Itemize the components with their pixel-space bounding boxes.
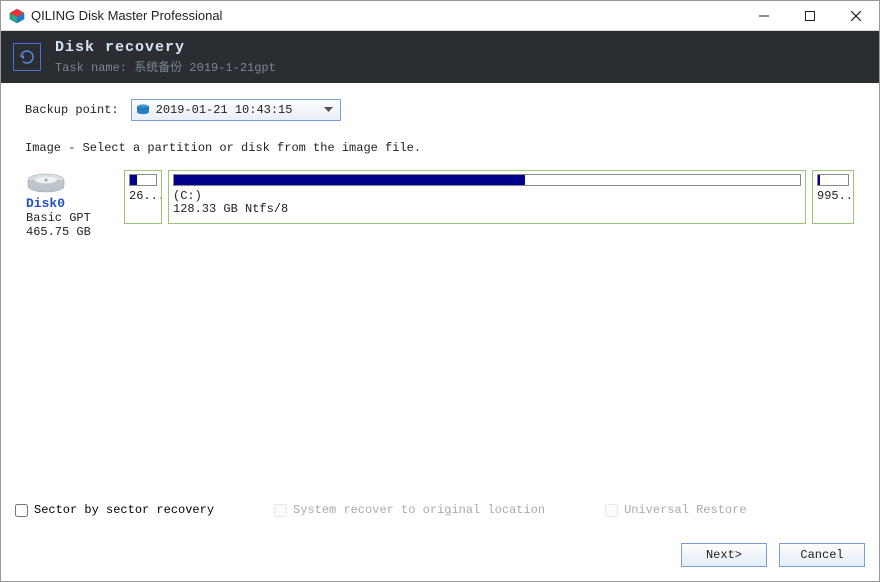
partition-size: 995... xyxy=(817,190,849,203)
system-original-location-label: System recover to original location xyxy=(293,503,545,517)
backup-point-label: Backup point: xyxy=(25,103,119,117)
backup-point-value: 2019-01-21 10:43:15 xyxy=(156,103,320,117)
disk-info[interactable]: Disk0 Basic GPT 465.75 GB xyxy=(26,170,118,239)
backup-point-row: Backup point: 2019-01-21 10:43:15 xyxy=(15,99,865,121)
sector-by-sector-label: Sector by sector recovery xyxy=(34,503,214,517)
task-name-row: Task name: 系统备份 2019-1-21gpt xyxy=(55,58,276,75)
partition-2[interactable]: 995... xyxy=(812,170,854,224)
disk-size: 465.75 GB xyxy=(26,225,118,239)
sector-by-sector-checkbox[interactable]: Sector by sector recovery xyxy=(15,503,214,517)
content: Backup point: 2019-01-21 10:43:15 Image … xyxy=(1,83,879,495)
buttons-row: Next> Cancel xyxy=(15,543,865,567)
footer: Sector by sector recovery System recover… xyxy=(1,495,879,581)
partition-1[interactable]: (C:) 128.33 GB Ntfs/8 xyxy=(168,170,806,224)
app-icon xyxy=(9,8,25,24)
partition-usage-bar xyxy=(129,174,157,186)
disk-map: Disk0 Basic GPT 465.75 GB 26... (C:) 128… xyxy=(15,169,865,240)
disk-stack-icon xyxy=(136,104,150,116)
close-button[interactable] xyxy=(833,1,879,31)
backup-point-select[interactable]: 2019-01-21 10:43:15 xyxy=(131,99,341,121)
disk-name: Disk0 xyxy=(26,196,118,211)
partition-usage-bar xyxy=(173,174,801,186)
minimize-button[interactable] xyxy=(741,1,787,31)
instruction-text: Image - Select a partition or disk from … xyxy=(15,141,865,155)
task-name-label: Task name: xyxy=(55,61,127,75)
options-row: Sector by sector recovery System recover… xyxy=(15,503,865,517)
cancel-button[interactable]: Cancel xyxy=(779,543,865,567)
maximize-button[interactable] xyxy=(787,1,833,31)
window-controls xyxy=(741,1,879,31)
universal-restore-label: Universal Restore xyxy=(624,503,746,517)
page-header: Disk recovery Task name: 系统备份 2019-1-21g… xyxy=(1,31,879,83)
next-button[interactable]: Next> xyxy=(681,543,767,567)
hard-drive-icon xyxy=(26,172,66,194)
window-title: QILING Disk Master Professional xyxy=(31,8,741,23)
chevron-down-icon xyxy=(320,101,338,119)
page-title: Disk recovery xyxy=(55,39,276,56)
disk-type: Basic GPT xyxy=(26,211,118,225)
universal-restore-checkbox: Universal Restore xyxy=(605,503,746,517)
partition-size: 128.33 GB Ntfs/8 xyxy=(173,203,801,216)
partition-0[interactable]: 26... xyxy=(124,170,162,224)
partition-usage-bar xyxy=(817,174,849,186)
task-name-value: 系统备份 2019-1-21gpt xyxy=(134,61,276,75)
recovery-icon xyxy=(13,43,41,71)
titlebar: QILING Disk Master Professional xyxy=(1,1,879,31)
disk-row: Disk0 Basic GPT 465.75 GB 26... (C:) 128… xyxy=(26,170,854,239)
system-original-location-checkbox: System recover to original location xyxy=(274,503,545,517)
partition-size: 26... xyxy=(129,190,157,203)
